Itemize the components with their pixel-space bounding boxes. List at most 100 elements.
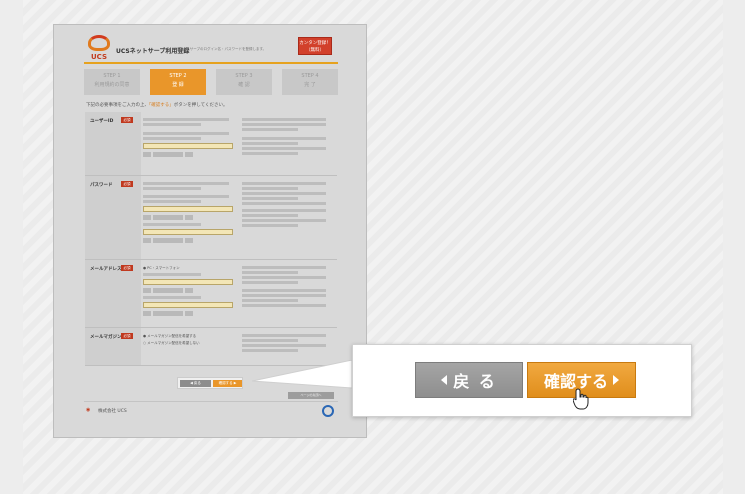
newsletter-no-label: メールマガジン配信を希望しない — [147, 341, 200, 345]
mini-button[interactable] — [153, 311, 183, 316]
help-line — [143, 123, 201, 126]
intro-after: ボタンを押してください。 — [173, 103, 228, 108]
mini-button[interactable] — [153, 238, 183, 243]
email-type-radio[interactable]: ● PC・スマートフォン — [143, 266, 239, 271]
help-line — [143, 118, 230, 121]
required-badge: 必須 — [121, 117, 133, 123]
row-password: パスワード 必須 — [85, 176, 337, 260]
note-line — [242, 147, 326, 150]
form-buttons-small: ◀ 戻る 確認する ▶ — [177, 377, 243, 389]
help-line — [143, 223, 201, 226]
newsletter-no-radio[interactable]: ○ メールマガジン配信を希望しない — [143, 341, 239, 346]
mini-button[interactable] — [153, 288, 183, 293]
back-button-small[interactable]: ◀ 戻る — [180, 380, 211, 387]
help-line — [143, 273, 201, 276]
password-mini-buttons — [143, 215, 239, 220]
step-4-number: STEP 4 — [301, 73, 319, 79]
note-line — [242, 224, 298, 227]
note-line — [242, 192, 326, 195]
mini-button[interactable] — [143, 288, 151, 293]
mini-button[interactable] — [185, 215, 193, 220]
mini-button[interactable] — [143, 238, 151, 243]
row-user-id: ユーザーID 必須 — [85, 112, 337, 176]
back-button-label: 戻 る — [453, 372, 497, 391]
step-4-label: 完 了 — [304, 82, 316, 88]
email-notes — [242, 264, 335, 309]
note-line — [242, 142, 298, 145]
note-line — [242, 209, 326, 212]
user-id-notes — [242, 116, 335, 157]
password-confirm-input[interactable] — [143, 229, 233, 235]
note-line — [242, 202, 326, 205]
note-line — [242, 128, 298, 131]
note-line — [242, 123, 326, 126]
mini-button[interactable] — [143, 311, 151, 316]
email-input[interactable] — [143, 279, 233, 285]
mini-button[interactable] — [185, 238, 193, 243]
password-label: パスワード — [85, 176, 141, 259]
footer-divider — [84, 401, 338, 402]
user-id-mini-buttons — [143, 152, 239, 157]
note-line — [242, 299, 298, 302]
note-line — [242, 187, 298, 190]
password-confirm-mini-buttons — [143, 238, 239, 243]
step-3-label: 確 認 — [238, 82, 250, 88]
email-input-area: ● PC・スマートフォン — [143, 264, 239, 319]
password-input-area — [143, 180, 239, 246]
step-3: STEP 3 確 認 — [216, 69, 272, 95]
mini-button[interactable] — [185, 311, 193, 316]
password-notes — [242, 180, 335, 229]
newsletter-notes — [242, 332, 335, 354]
hand-cursor-icon — [573, 388, 589, 410]
note-line — [242, 214, 298, 217]
simple-register-button[interactable]: カンタン登録！（無料） — [298, 37, 332, 55]
zoom-callout: 戻 る 確認する — [352, 344, 692, 417]
required-badge: 必須 — [121, 265, 133, 271]
registration-form: ユーザーID 必須 パスワード 必須 メールアドレス 必須 ● PC・スマートフ… — [85, 112, 337, 400]
note-line — [242, 182, 326, 185]
left-arrow-icon — [441, 375, 448, 385]
help-line — [143, 200, 201, 203]
required-badge: 必須 — [121, 333, 133, 339]
note-line — [242, 294, 326, 297]
intro-text: 下記の必要事項をご入力の上、「確認する」ボタンを押してください。 — [86, 102, 227, 108]
required-badge: 必須 — [121, 181, 133, 187]
help-line — [143, 182, 230, 185]
radio-pc-label: PC・スマートフォン — [147, 266, 180, 270]
user-id-input[interactable] — [143, 143, 233, 149]
step-3-number: STEP 3 — [235, 73, 253, 79]
confirm-button-small[interactable]: 確認する ▶ — [213, 380, 242, 387]
note-line — [242, 118, 326, 121]
corp-name: 株式会社 UCS — [98, 409, 127, 414]
logo-text: UCS — [91, 53, 107, 61]
note-line — [242, 344, 326, 347]
header-divider — [84, 62, 338, 64]
confirm-button-small-label: 確認する ▶ — [218, 381, 237, 385]
email-confirm-input[interactable] — [143, 302, 233, 308]
mini-button[interactable] — [143, 152, 151, 157]
back-button-small-label: ◀ 戻る — [190, 381, 201, 385]
note-line — [242, 276, 326, 279]
mini-button[interactable] — [153, 152, 183, 157]
help-line — [143, 137, 201, 140]
pagetop-link[interactable]: ページの先頭へ — [288, 392, 334, 399]
mini-button[interactable] — [185, 152, 193, 157]
note-line — [242, 266, 326, 269]
help-line — [143, 187, 201, 190]
mini-button[interactable] — [143, 215, 151, 220]
mini-button[interactable] — [185, 288, 193, 293]
step-1: STEP 1 利用規約の同意 — [84, 69, 140, 95]
callout-pointer — [252, 360, 353, 389]
note-line — [242, 334, 326, 337]
step-1-number: STEP 1 — [103, 73, 121, 79]
note-line — [242, 349, 298, 352]
mini-button[interactable] — [153, 215, 183, 220]
note-line — [242, 137, 326, 140]
user-id-input-area — [143, 116, 239, 160]
password-input[interactable] — [143, 206, 233, 212]
step-2-number: STEP 2 — [169, 73, 187, 79]
back-button[interactable]: 戻 る — [415, 362, 523, 398]
intro-before: 下記の必要事項をご入力の上、 — [86, 103, 149, 108]
newsletter-yes-radio[interactable]: ● メールマガジン配信を希望する — [143, 334, 239, 339]
email-mini-buttons — [143, 288, 239, 293]
